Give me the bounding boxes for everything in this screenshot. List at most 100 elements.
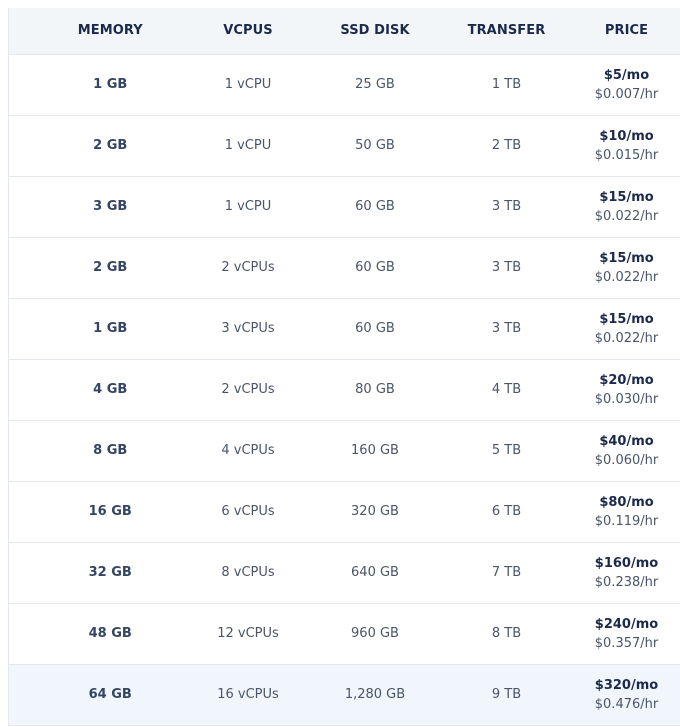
transfer-cell: 3 TB [466,176,548,237]
monthly-price: $5/mo [603,67,650,83]
price-cell: $15/mo $0.022/hr [548,237,680,298]
hourly-price: $0.476/hr [594,696,659,712]
monthly-price: $320/mo [594,677,659,693]
ssd-value: 60 GB [355,321,395,336]
memory-cell: 2 GB [9,115,212,176]
transfer-value: 4 TB [491,382,522,397]
vcpus-value: 4 vCPUs [221,443,275,458]
vcpus-cell: 16 vCPUs [212,664,285,725]
hourly-price: $0.060/hr [594,452,659,468]
transfer-cell: 3 TB [466,237,548,298]
transfer-cell: 6 TB [466,481,548,542]
memory-value: 2 GB [93,138,128,153]
transfer-value: 7 TB [491,565,522,580]
memory-value: 48 GB [88,626,132,641]
ssd-cell: 960 GB [285,603,466,664]
price-cell: $80/mo $0.119/hr [548,481,680,542]
memory-column-header: MEMORY [8,8,212,55]
vcpus-header-label: VCPUS [223,23,273,39]
ssd-value: 80 GB [355,382,395,397]
vcpus-value: 3 vCPUs [221,321,275,336]
monthly-price: $20/mo [599,372,654,388]
price-block: $320/mo $0.476/hr [587,676,667,714]
price-block: $15/mo $0.022/hr [587,249,667,287]
transfer-cell: 8 TB [466,603,548,664]
memory-value: 8 GB [93,443,128,458]
price-block: $80/mo $0.119/hr [587,493,667,531]
ssd-cell: 640 GB [285,542,466,603]
price-cell: $160/mo $0.238/hr [548,542,680,603]
transfer-value: 8 TB [491,626,522,641]
table-row: 3 GB 1 vCPU 60 GB 3 TB $15/mo $0.022/hr [8,176,680,237]
price-cell: $10/mo $0.015/hr [548,115,680,176]
memory-value: 1 GB [93,321,128,336]
vcpus-column-header: VCPUS [211,8,285,55]
memory-cell: 48 GB [9,603,212,664]
transfer-value: 2 TB [491,138,522,153]
vcpus-value: 1 vCPU [224,138,272,153]
memory-value: 64 GB [88,687,132,702]
ssd-cell: 60 GB [285,176,466,237]
ssd-value: 160 GB [351,443,399,458]
price-cell: $15/mo $0.022/hr [548,176,680,237]
table-header: MEMORY VCPUS SSD DISK TRANSFER PRICE [8,8,680,55]
ssd-cell: 60 GB [285,298,466,359]
memory-cell: 1 GB [9,298,212,359]
vcpus-cell: 3 vCPUs [212,298,285,359]
transfer-value: 1 TB [491,77,522,92]
transfer-value: 3 TB [491,260,522,275]
hourly-price: $0.022/hr [594,330,659,346]
ssd-cell: 320 GB [285,481,466,542]
table-row: 4 GB 2 vCPUs 80 GB 4 TB $20/mo $0.030/hr [8,359,680,420]
table-row: 16 GB 6 vCPUs 320 GB 6 TB $80/mo $0.119/hr [8,481,680,542]
price-cell: $5/mo $0.007/hr [548,54,680,115]
table-row: 1 GB 1 vCPU 25 GB 1 TB $5/mo $0.007/hr [8,54,680,115]
ssd-cell: 80 GB [285,359,466,420]
ssd-value: 1,280 GB [344,687,406,702]
monthly-price: $160/mo [594,555,659,571]
price-cell: $240/mo $0.357/hr [548,603,680,664]
transfer-value: 3 TB [491,321,522,336]
vcpus-value: 1 vCPU [224,77,272,92]
ssd-value: 640 GB [351,565,399,580]
price-cell: $20/mo $0.030/hr [548,359,680,420]
price-cell: $320/mo $0.476/hr [548,664,680,725]
ssd-value: 60 GB [355,199,395,214]
memory-cell: 8 GB [9,420,212,481]
memory-cell: 16 GB [9,481,212,542]
vcpus-value: 1 vCPU [224,199,272,214]
ssd-cell: 50 GB [285,115,466,176]
ssd-cell: 60 GB [285,237,466,298]
price-cell: $40/mo $0.060/hr [548,420,680,481]
table-row: 2 GB 2 vCPUs 60 GB 3 TB $15/mo $0.022/hr [8,237,680,298]
table-row: 1 GB 3 vCPUs 60 GB 3 TB $15/mo $0.022/hr [8,298,680,359]
hourly-price: $0.015/hr [594,147,659,163]
vcpus-cell: 1 vCPU [212,54,285,115]
vcpus-cell: 8 vCPUs [212,542,285,603]
vcpus-cell: 2 vCPUs [212,237,285,298]
hourly-price: $0.022/hr [594,269,659,285]
ssd-value: 60 GB [355,260,395,275]
transfer-value: 5 TB [491,443,522,458]
transfer-cell: 2 TB [466,115,548,176]
hourly-price: $0.007/hr [594,86,659,102]
transfer-cell: 9 TB [466,664,548,725]
table-row: 2 GB 1 vCPU 50 GB 2 TB $10/mo $0.015/hr [8,115,680,176]
ssd-column-header: SSD DISK [284,8,466,55]
transfer-cell: 1 TB [466,54,548,115]
vcpus-value: 2 vCPUs [221,260,275,275]
memory-header-label: MEMORY [77,23,143,39]
monthly-price: $40/mo [599,433,654,449]
table-row: 32 GB 8 vCPUs 640 GB 7 TB $160/mo $0.238/hr [8,542,680,603]
transfer-cell: 3 TB [466,298,548,359]
ssd-value: 25 GB [355,77,395,92]
memory-cell: 4 GB [9,359,212,420]
memory-cell: 3 GB [9,176,212,237]
hourly-price: $0.238/hr [594,574,659,590]
vcpus-value: 8 vCPUs [221,565,275,580]
ssd-cell: 25 GB [285,54,466,115]
monthly-price: $240/mo [594,616,659,632]
vcpus-cell: 4 vCPUs [212,420,285,481]
price-block: $10/mo $0.015/hr [587,127,667,165]
ssd-value: 50 GB [355,138,395,153]
